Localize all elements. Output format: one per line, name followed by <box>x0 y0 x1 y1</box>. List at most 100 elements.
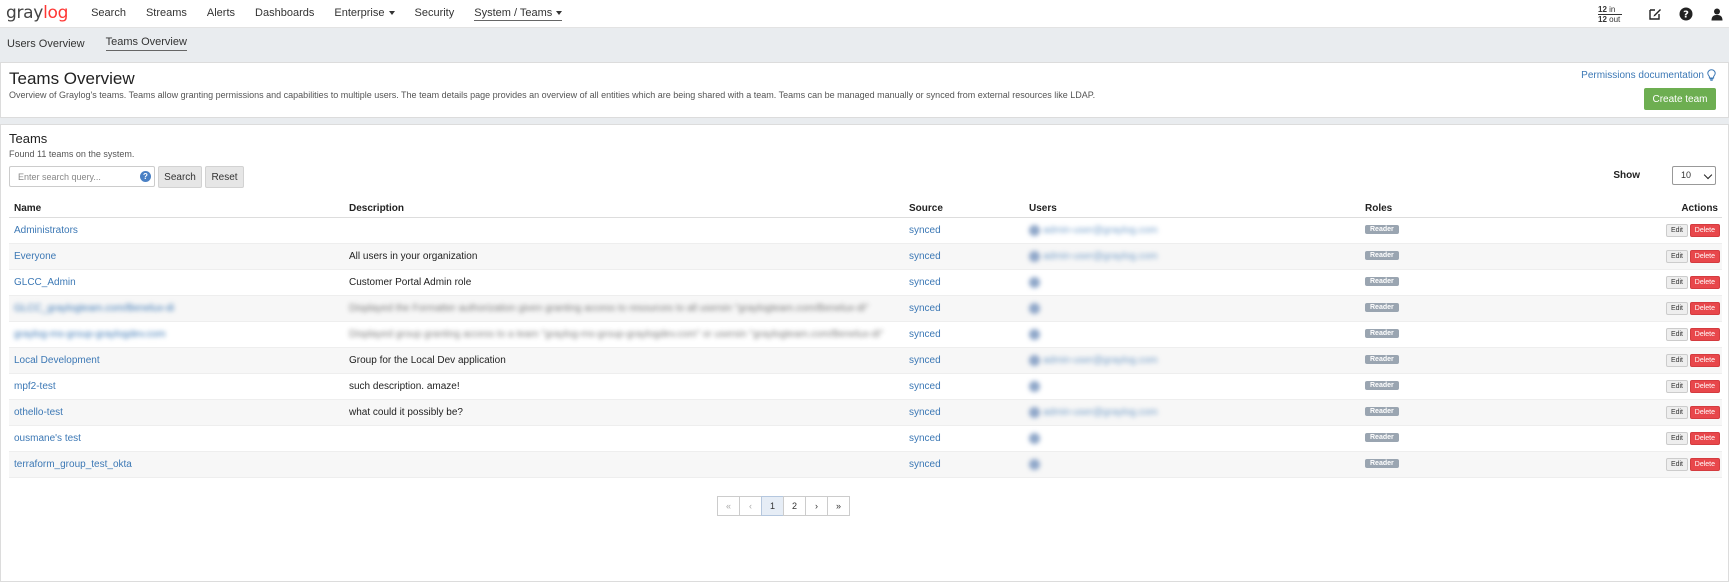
throughput-in-value: 12 <box>1598 4 1607 14</box>
tab-users-overview[interactable]: Users Overview <box>7 38 85 50</box>
team-source[interactable]: synced <box>909 355 941 366</box>
nav-search[interactable]: Search <box>91 7 126 21</box>
team-source[interactable]: synced <box>909 225 941 236</box>
throughput-out: 12 out <box>1598 15 1622 24</box>
edit-team-button[interactable]: Edit <box>1665 328 1688 341</box>
team-source[interactable]: synced <box>909 381 941 392</box>
pagination: « ‹ 1 2 › » <box>717 496 850 516</box>
team-users <box>1029 303 1043 314</box>
question-circle-icon[interactable]: ? <box>140 171 151 182</box>
nav-menu: Search Streams Alerts Dashboards Enterpr… <box>91 7 582 21</box>
edit-team-button[interactable]: Edit <box>1665 276 1688 289</box>
edit-team-button[interactable]: Edit <box>1665 224 1688 237</box>
help-icon[interactable]: ? <box>1678 6 1694 22</box>
delete-team-button[interactable]: Delete <box>1689 328 1720 341</box>
permissions-documentation-link[interactable]: Permissions documentation <box>1581 69 1716 81</box>
delete-team-button[interactable]: Delete <box>1689 302 1720 315</box>
table-header: Name Description Source Users Roles Acti… <box>9 198 1722 218</box>
nav-enterprise-dropdown[interactable]: Enterprise <box>334 7 395 21</box>
nav-dashboards[interactable]: Dashboards <box>255 7 314 21</box>
delete-team-button[interactable]: Delete <box>1689 276 1720 289</box>
user-avatar-icon <box>1029 355 1040 366</box>
delete-team-button[interactable]: Delete <box>1689 380 1720 393</box>
edit-team-button[interactable]: Edit <box>1665 380 1688 393</box>
team-description: such description. amaze! <box>349 381 460 392</box>
page-1-button[interactable]: 1 <box>761 496 784 516</box>
team-name-link[interactable]: Administrators <box>14 225 78 236</box>
role-badge: Reader <box>1365 433 1399 442</box>
table-row: GLCC_graylogteam.com/Benelux-di Displayed… <box>9 296 1722 322</box>
edit-team-button[interactable]: Edit <box>1665 406 1688 419</box>
chevron-down-icon <box>1703 170 1713 180</box>
edit-team-button[interactable]: Edit <box>1665 302 1688 315</box>
delete-team-button[interactable]: Delete <box>1689 224 1720 237</box>
team-users <box>1029 381 1043 392</box>
team-source[interactable]: synced <box>909 407 941 418</box>
delete-team-button[interactable]: Delete <box>1689 250 1720 263</box>
nav-alerts[interactable]: Alerts <box>207 7 235 21</box>
team-name-link[interactable]: GLCC_graylogteam.com/Benelux-di <box>14 303 174 314</box>
teams-count-text: Found 11 teams on the system. <box>9 149 135 159</box>
page-2-button[interactable]: 2 <box>783 496 806 516</box>
nav-streams[interactable]: Streams <box>146 7 187 21</box>
next-page-button[interactable]: › <box>805 496 828 516</box>
throughput-in: 12 in <box>1598 5 1622 14</box>
team-name-link[interactable]: GLCC_Admin <box>14 277 76 288</box>
delete-team-button[interactable]: Delete <box>1689 406 1720 419</box>
role-badge: Reader <box>1365 407 1399 416</box>
team-source[interactable]: synced <box>909 459 941 470</box>
team-name-link[interactable]: ousmane's test <box>14 433 81 444</box>
team-name-link[interactable]: Everyone <box>14 251 56 262</box>
delete-team-button[interactable]: Delete <box>1689 458 1720 471</box>
team-user-email: admin-user@graylog.com <box>1043 355 1158 367</box>
user-avatar-icon <box>1029 251 1040 262</box>
search-button[interactable]: Search <box>158 166 202 188</box>
nav-system-dropdown[interactable]: System / Teams <box>474 6 563 21</box>
team-source[interactable]: synced <box>909 251 941 262</box>
edit-scratchpad-icon[interactable] <box>1647 6 1663 22</box>
delete-team-button[interactable]: Delete <box>1689 432 1720 445</box>
team-name-link[interactable]: mpf2-test <box>14 381 56 392</box>
nav-security[interactable]: Security <box>415 7 455 21</box>
last-page-button[interactable]: » <box>827 496 850 516</box>
team-name-link[interactable]: graylog-ms-group-graylogdev.com <box>14 329 166 340</box>
page-size-value: 10 <box>1681 170 1692 180</box>
nav-system-label: System / Teams <box>474 6 553 19</box>
search-box: ? <box>9 166 155 187</box>
previous-page-button[interactable]: ‹ <box>739 496 762 516</box>
edit-team-button[interactable]: Edit <box>1665 250 1688 263</box>
role-badge: Reader <box>1365 251 1399 260</box>
permissions-documentation-label: Permissions documentation <box>1581 69 1704 81</box>
table-row: mpf2-test such description. amaze! synced R… <box>9 374 1722 400</box>
throughput-indicator[interactable]: 12 in 12 out <box>1598 5 1622 24</box>
tab-teams-overview[interactable]: Teams Overview <box>105 36 187 51</box>
team-source[interactable]: synced <box>909 277 941 288</box>
logo-gray-text: gray <box>6 2 44 23</box>
edit-team-button[interactable]: Edit <box>1665 458 1688 471</box>
caret-down-icon <box>556 10 563 15</box>
graylog-logo[interactable]: graylog <box>6 3 68 23</box>
search-input[interactable] <box>10 167 135 186</box>
team-source[interactable]: synced <box>909 303 941 314</box>
role-badge: Reader <box>1365 459 1399 468</box>
team-name-link[interactable]: terraform_group_test_okta <box>14 459 132 470</box>
edit-team-button[interactable]: Edit <box>1665 354 1688 367</box>
edit-team-button[interactable]: Edit <box>1665 432 1688 445</box>
teams-panel: Teams Found 11 teams on the system. ? Se… <box>0 124 1729 582</box>
user-profile-icon[interactable] <box>1709 6 1725 22</box>
first-page-button[interactable]: « <box>717 496 740 516</box>
user-avatar-icon <box>1029 433 1040 444</box>
reset-button[interactable]: Reset <box>205 166 244 188</box>
nav-right-area: 12 in 12 out ? <box>1598 0 1729 28</box>
role-badge: Reader <box>1365 225 1399 234</box>
team-source[interactable]: synced <box>909 433 941 444</box>
table-body: Administrators synced admin-user@graylog.c… <box>9 218 1722 478</box>
page-size-select[interactable]: 10 <box>1672 166 1716 185</box>
team-source[interactable]: synced <box>909 329 941 340</box>
team-name-link[interactable]: Local Development <box>14 355 100 366</box>
delete-team-button[interactable]: Delete <box>1689 354 1720 367</box>
user-avatar-icon <box>1029 303 1040 314</box>
team-name-link[interactable]: othello-test <box>14 407 63 418</box>
teams-section-title: Teams <box>9 131 48 146</box>
create-team-button[interactable]: Create team <box>1644 88 1716 110</box>
